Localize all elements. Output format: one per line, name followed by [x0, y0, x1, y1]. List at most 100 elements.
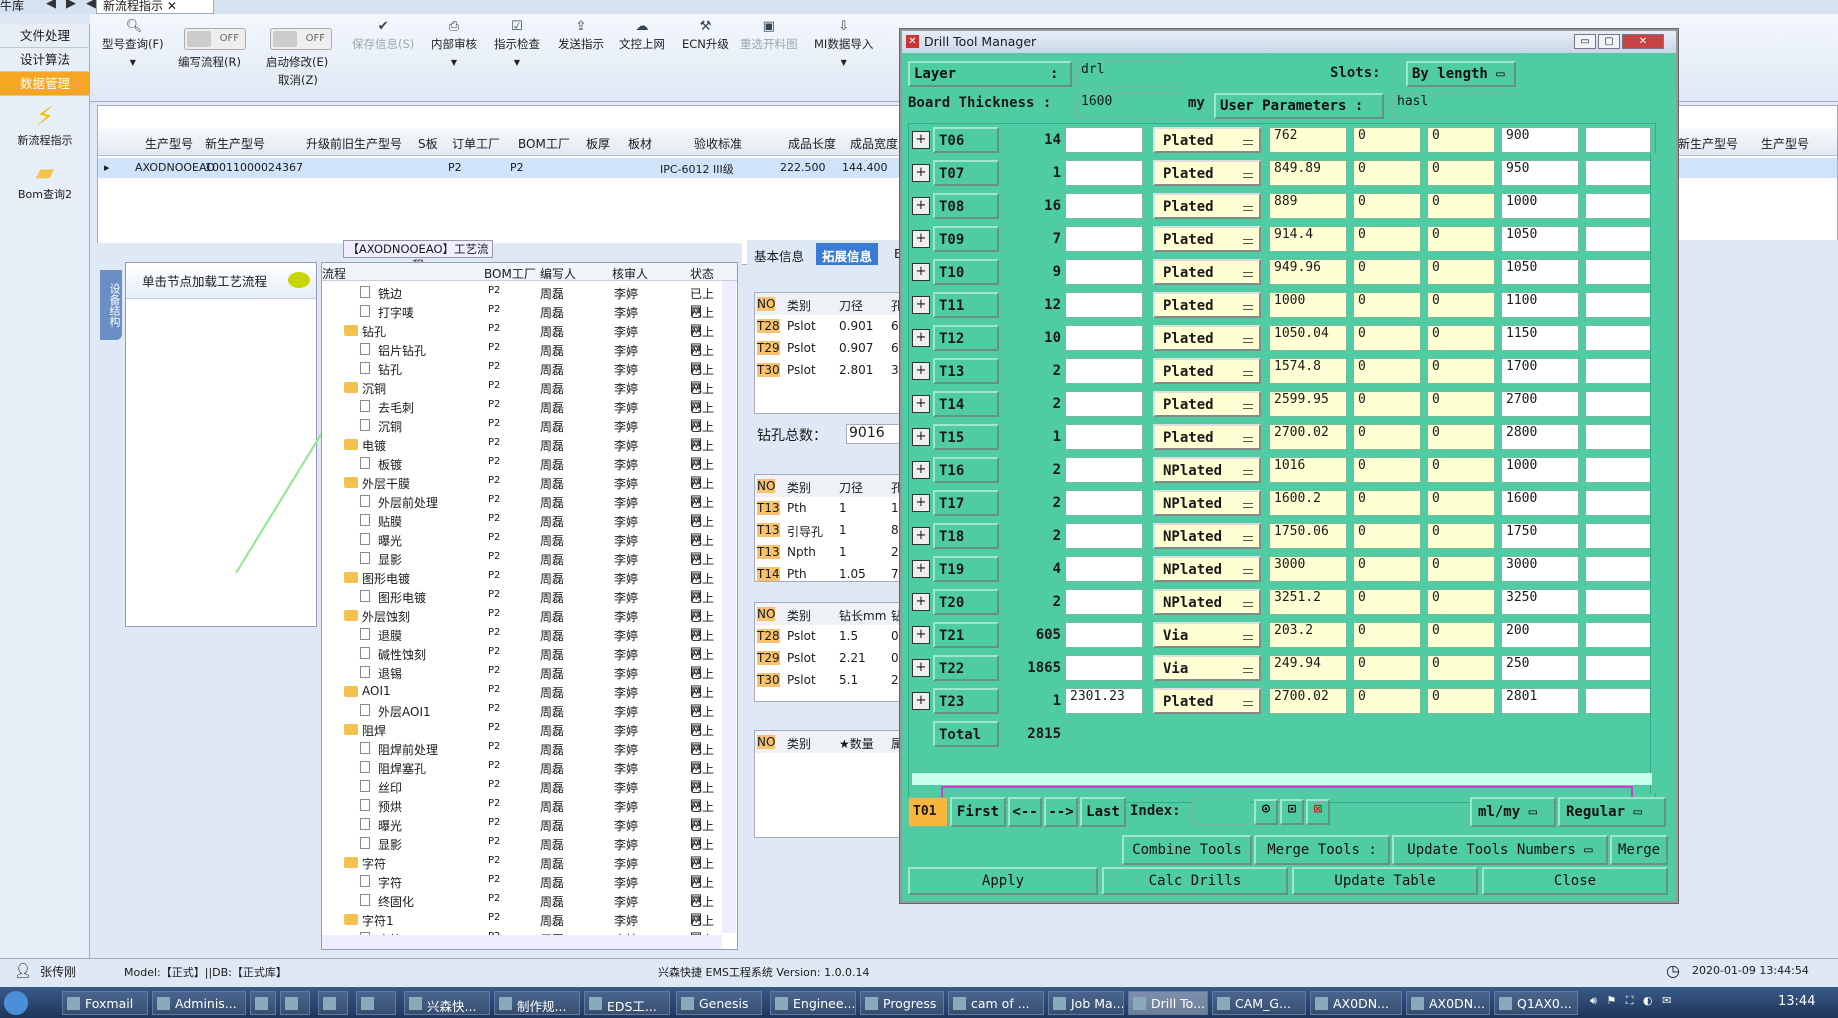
tool-value-field[interactable]: 0 — [1353, 457, 1421, 483]
extra-field[interactable] — [1585, 589, 1651, 615]
col-header[interactable]: 新生产型号 — [1678, 135, 1738, 152]
taskbar-item[interactable]: Foxmail — [62, 991, 148, 1015]
nav-design-algorithm[interactable]: 设计算法 — [0, 48, 90, 72]
prev-button[interactable]: <-- — [1008, 797, 1042, 827]
expand-icon[interactable]: + — [912, 329, 930, 347]
drill-size-field[interactable]: 2800 — [1501, 424, 1579, 450]
tool-value-field[interactable]: 0 — [1353, 127, 1421, 153]
extra-field[interactable] — [1585, 622, 1651, 648]
finish-size-field[interactable] — [1065, 325, 1143, 351]
tool-row[interactable]: + T10 9 Plated 949.96 0 0 1050 — [909, 256, 1651, 289]
tool-type-dropdown[interactable]: Plated — [1153, 193, 1261, 219]
extra-field[interactable] — [1585, 193, 1651, 219]
tree-row[interactable]: 退锡 P2 周磊 李婷 已上网 — [322, 663, 722, 698]
col-header[interactable]: 板材 — [628, 135, 652, 152]
tree-row[interactable]: 阻焊塞孔 P2 周磊 李婷 已上网 — [322, 758, 722, 793]
tree-row[interactable]: 贴膜 P2 周磊 李婷 已上网 — [322, 511, 722, 546]
tool-name[interactable]: T08 — [933, 193, 999, 219]
tool-type-dropdown[interactable]: NPlated — [1153, 523, 1261, 549]
delete-icon[interactable]: ⊠ — [1306, 799, 1330, 825]
tool-name[interactable]: T06 — [933, 127, 999, 153]
start-edit-toggle[interactable]: OFF — [270, 28, 332, 50]
tree-row[interactable]: 沉铜 P2 周磊 李婷 已上网 — [322, 416, 722, 451]
tool-value-field[interactable]: 0 — [1353, 391, 1421, 417]
taskbar-item[interactable]: cam of ... — [948, 991, 1044, 1015]
tool-row[interactable]: + T09 7 Plated 914.4 0 0 1050 — [909, 223, 1651, 256]
tool-type-dropdown[interactable]: Plated — [1153, 160, 1261, 186]
drill-size-field[interactable]: 3000 — [1501, 556, 1579, 582]
model-query-button[interactable]: 🔍︎ 型号查询(F) ▼ — [102, 20, 164, 68]
tool-value-field[interactable]: 1000 — [1269, 292, 1347, 318]
col-header[interactable]: 编写人 — [540, 265, 576, 282]
tree-row[interactable]: 铝片钻孔 P2 周磊 李婷 已上网 — [322, 340, 722, 375]
tool-value-field[interactable]: 0 — [1353, 424, 1421, 450]
col-header[interactable]: 新生产型号 — [205, 135, 265, 152]
drill-size-field[interactable]: 1000 — [1501, 193, 1579, 219]
expand-icon[interactable]: + — [912, 164, 930, 182]
tool-value-field[interactable]: 0 — [1427, 688, 1495, 714]
taskbar-item[interactable]: CAM_G... — [1212, 991, 1306, 1015]
taskbar-item[interactable]: Enginee... — [770, 991, 856, 1015]
table-row[interactable]: T28 Pslot 1.5 0. — [755, 625, 903, 647]
tree-row[interactable]: 终固化 P2 周磊 李婷 已上网 — [322, 891, 722, 926]
close-window-button[interactable]: ✕ — [1622, 34, 1664, 49]
tool-type-dropdown[interactable]: Plated — [1153, 127, 1261, 153]
tool-name[interactable]: T09 — [933, 226, 999, 252]
tool-value-field[interactable]: 849.89 — [1269, 160, 1347, 186]
tree-row[interactable]: 沉铜 P2 周磊 李婷 已上网 — [322, 378, 722, 413]
expand-icon[interactable]: + — [912, 461, 930, 479]
extra-field[interactable] — [1585, 556, 1651, 582]
expand-icon[interactable]: + — [912, 230, 930, 248]
first-button[interactable]: First — [950, 797, 1006, 827]
tree-row[interactable]: 显影 P2 周磊 李婷 已上网 — [322, 834, 722, 869]
tree-row[interactable]: 电镀 P2 周磊 李婷 已上网 — [322, 435, 722, 470]
index-field[interactable] — [1192, 799, 1250, 825]
table-row[interactable]: T30 Pslot 5.1 2. — [755, 669, 903, 691]
col-header[interactable]: 板厚 — [586, 135, 610, 152]
finish-size-field[interactable] — [1065, 292, 1143, 318]
tree-row[interactable]: 铣边 P2 周磊 李婷 已上网 — [322, 283, 722, 318]
drill-size-field[interactable]: 1100 — [1501, 292, 1579, 318]
tool-name[interactable]: T23 — [933, 688, 999, 714]
tool-name[interactable]: T11 — [933, 292, 999, 318]
tree-row[interactable]: 显影 P2 周磊 李婷 已上网 — [322, 549, 722, 584]
tree-row[interactable]: 外层干膜 P2 周磊 李婷 已上网 — [322, 473, 722, 508]
dialog-titlebar[interactable]: ✕ Drill Tool Manager ▭ ▢ ✕ — [902, 31, 1676, 53]
finish-size-field[interactable] — [1065, 193, 1143, 219]
table-row[interactable]: T30 Pslot 2.801 3 — [755, 359, 903, 381]
taskbar-item[interactable]: Q1AX0... — [1494, 991, 1578, 1015]
col-header[interactable]: 状态 — [690, 265, 714, 282]
table-row[interactable]: T29 Pslot 0.907 6 — [755, 337, 903, 359]
update-tools-numbers-dropdown[interactable]: Update Tools Numbers ▭ — [1392, 835, 1608, 865]
extra-field[interactable] — [1585, 688, 1651, 714]
tool-value-field[interactable]: 889 — [1269, 193, 1347, 219]
tool-value-field[interactable]: 0 — [1427, 523, 1495, 549]
finish-size-field[interactable] — [1065, 490, 1143, 516]
taskbar-item[interactable]: AX0DN... — [1406, 991, 1490, 1015]
tool-value-field[interactable]: 0 — [1353, 622, 1421, 648]
tool-name[interactable]: T13 — [933, 358, 999, 384]
extra-field[interactable] — [1585, 424, 1651, 450]
tool-type-dropdown[interactable]: NPlated — [1153, 589, 1261, 615]
expand-icon[interactable]: + — [912, 494, 930, 512]
drill-size-field[interactable]: 1700 — [1501, 358, 1579, 384]
tool-type-dropdown[interactable]: NPlated — [1153, 556, 1261, 582]
col-header[interactable]: BOM工厂 — [518, 135, 570, 152]
write-flow-toggle[interactable]: OFF — [184, 28, 246, 50]
finish-size-field[interactable] — [1065, 622, 1143, 648]
tree-row[interactable]: 碱性蚀刻 P2 周磊 李婷 已上网 — [322, 644, 722, 679]
tree-row[interactable]: 打字唛 P2 周磊 李婷 已上网 — [322, 302, 722, 337]
taskbar-item[interactable]: EDS工... — [584, 991, 670, 1015]
tool-value-field[interactable]: 2599.95 — [1269, 391, 1347, 417]
user-parameters-field[interactable]: hasl — [1392, 93, 1516, 119]
zoom-icon[interactable]: ⊙ — [1254, 799, 1278, 825]
tool-type-dropdown[interactable]: Plated — [1153, 688, 1261, 714]
expand-icon[interactable]: + — [912, 659, 930, 677]
tools-hscrollbar[interactable] — [912, 773, 1652, 785]
tool-type-dropdown[interactable]: Plated — [1153, 259, 1261, 285]
tool-value-field[interactable]: 0 — [1353, 589, 1421, 615]
extra-field[interactable] — [1585, 259, 1651, 285]
combine-tools-button[interactable]: Combine Tools — [1122, 835, 1252, 865]
tool-value-field[interactable]: 0 — [1353, 226, 1421, 252]
taskbar-item[interactable]: 制作规... — [494, 991, 580, 1015]
